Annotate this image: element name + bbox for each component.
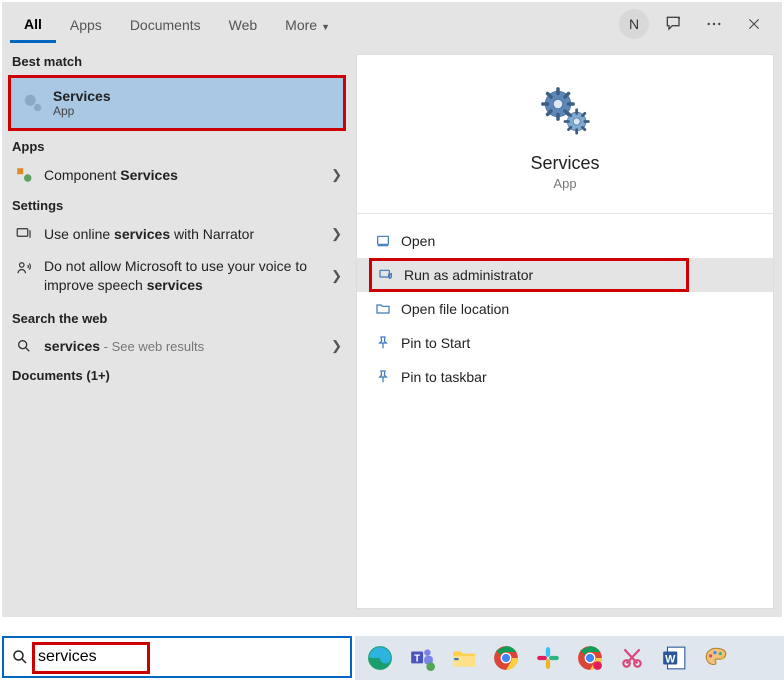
svg-text:W: W <box>665 653 676 665</box>
tab-documents[interactable]: Documents <box>116 7 215 41</box>
taskbar-teams-icon[interactable]: T <box>407 643 437 673</box>
tab-all[interactable]: All <box>10 6 56 43</box>
gears-icon <box>21 92 45 114</box>
taskbar-slack-icon[interactable] <box>533 643 563 673</box>
taskbar-explorer-icon[interactable] <box>449 643 479 673</box>
result-web-services[interactable]: services - See web results ❯ <box>2 332 352 360</box>
component-services-icon <box>12 166 36 184</box>
preview-subtitle: App <box>553 176 576 191</box>
taskbar-chrome2-icon[interactable] <box>575 643 605 673</box>
result-speech-services[interactable]: Do not allow Microsoft to use your voice… <box>2 249 352 303</box>
pin-taskbar-icon <box>375 369 401 385</box>
pin-start-icon <box>375 335 401 351</box>
feedback-icon[interactable] <box>654 4 694 44</box>
folder-icon <box>375 301 401 317</box>
result-services-app[interactable]: Services App <box>11 78 343 128</box>
result-component-services[interactable]: Component Services ❯ <box>2 160 352 190</box>
action-run-admin-row: Run as administrator <box>357 258 773 292</box>
tab-apps[interactable]: Apps <box>56 7 116 41</box>
tab-web[interactable]: Web <box>215 7 272 41</box>
results-list: Best match Services App Apps Compon <box>2 46 352 617</box>
action-open[interactable]: Open <box>357 224 773 258</box>
filter-tabs: All Apps Documents Web More▼ N <box>2 2 782 46</box>
action-run-admin[interactable]: Run as administrator <box>369 258 689 292</box>
search-icon <box>4 648 36 666</box>
chevron-right-icon: ❯ <box>331 226 342 242</box>
chevron-right-icon: ❯ <box>331 268 342 284</box>
action-open-location[interactable]: Open file location <box>357 292 773 326</box>
close-icon[interactable] <box>734 4 774 44</box>
best-match-title: Services <box>53 88 333 104</box>
preview-pane: Services App Open Run as administ <box>356 54 774 609</box>
section-best-match: Best match <box>2 46 352 75</box>
action-pin-taskbar[interactable]: Pin to taskbar <box>357 360 773 394</box>
chevron-down-icon: ▼ <box>321 22 330 32</box>
taskbar-paint-icon[interactable] <box>701 643 731 673</box>
taskbar-word-icon[interactable]: W <box>659 643 689 673</box>
tab-more[interactable]: More▼ <box>271 7 344 41</box>
narrator-icon <box>12 225 36 243</box>
section-documents: Documents (1+) <box>2 360 352 389</box>
taskbar-snip-icon[interactable] <box>617 643 647 673</box>
chevron-right-icon: ❯ <box>331 338 342 354</box>
action-pin-start[interactable]: Pin to Start <box>357 326 773 360</box>
section-apps: Apps <box>2 131 352 160</box>
taskbar: T W <box>355 636 784 680</box>
section-search-web: Search the web <box>2 303 352 332</box>
section-settings: Settings <box>2 190 352 219</box>
user-avatar[interactable]: N <box>614 4 654 44</box>
speech-icon <box>12 259 36 277</box>
open-icon <box>375 233 401 249</box>
action-list: Open Run as administrator Open file loca… <box>357 218 773 400</box>
result-narrator-services[interactable]: Use online services with Narrator ❯ <box>2 219 352 249</box>
taskbar-chrome-icon[interactable] <box>491 643 521 673</box>
services-app-icon <box>537 83 593 139</box>
start-search-panel: All Apps Documents Web More▼ N Best matc… <box>2 2 782 617</box>
best-match-subtitle: App <box>53 104 333 118</box>
more-options-icon[interactable] <box>694 4 734 44</box>
search-icon <box>12 338 36 354</box>
admin-shield-icon <box>378 267 404 283</box>
search-input[interactable] <box>36 638 350 676</box>
chevron-right-icon: ❯ <box>331 167 342 183</box>
svg-text:T: T <box>414 653 420 664</box>
best-match-highlight: Services App <box>8 75 346 131</box>
search-box[interactable] <box>2 636 352 678</box>
preview-title: Services <box>530 153 599 174</box>
taskbar-edge-icon[interactable] <box>365 643 395 673</box>
